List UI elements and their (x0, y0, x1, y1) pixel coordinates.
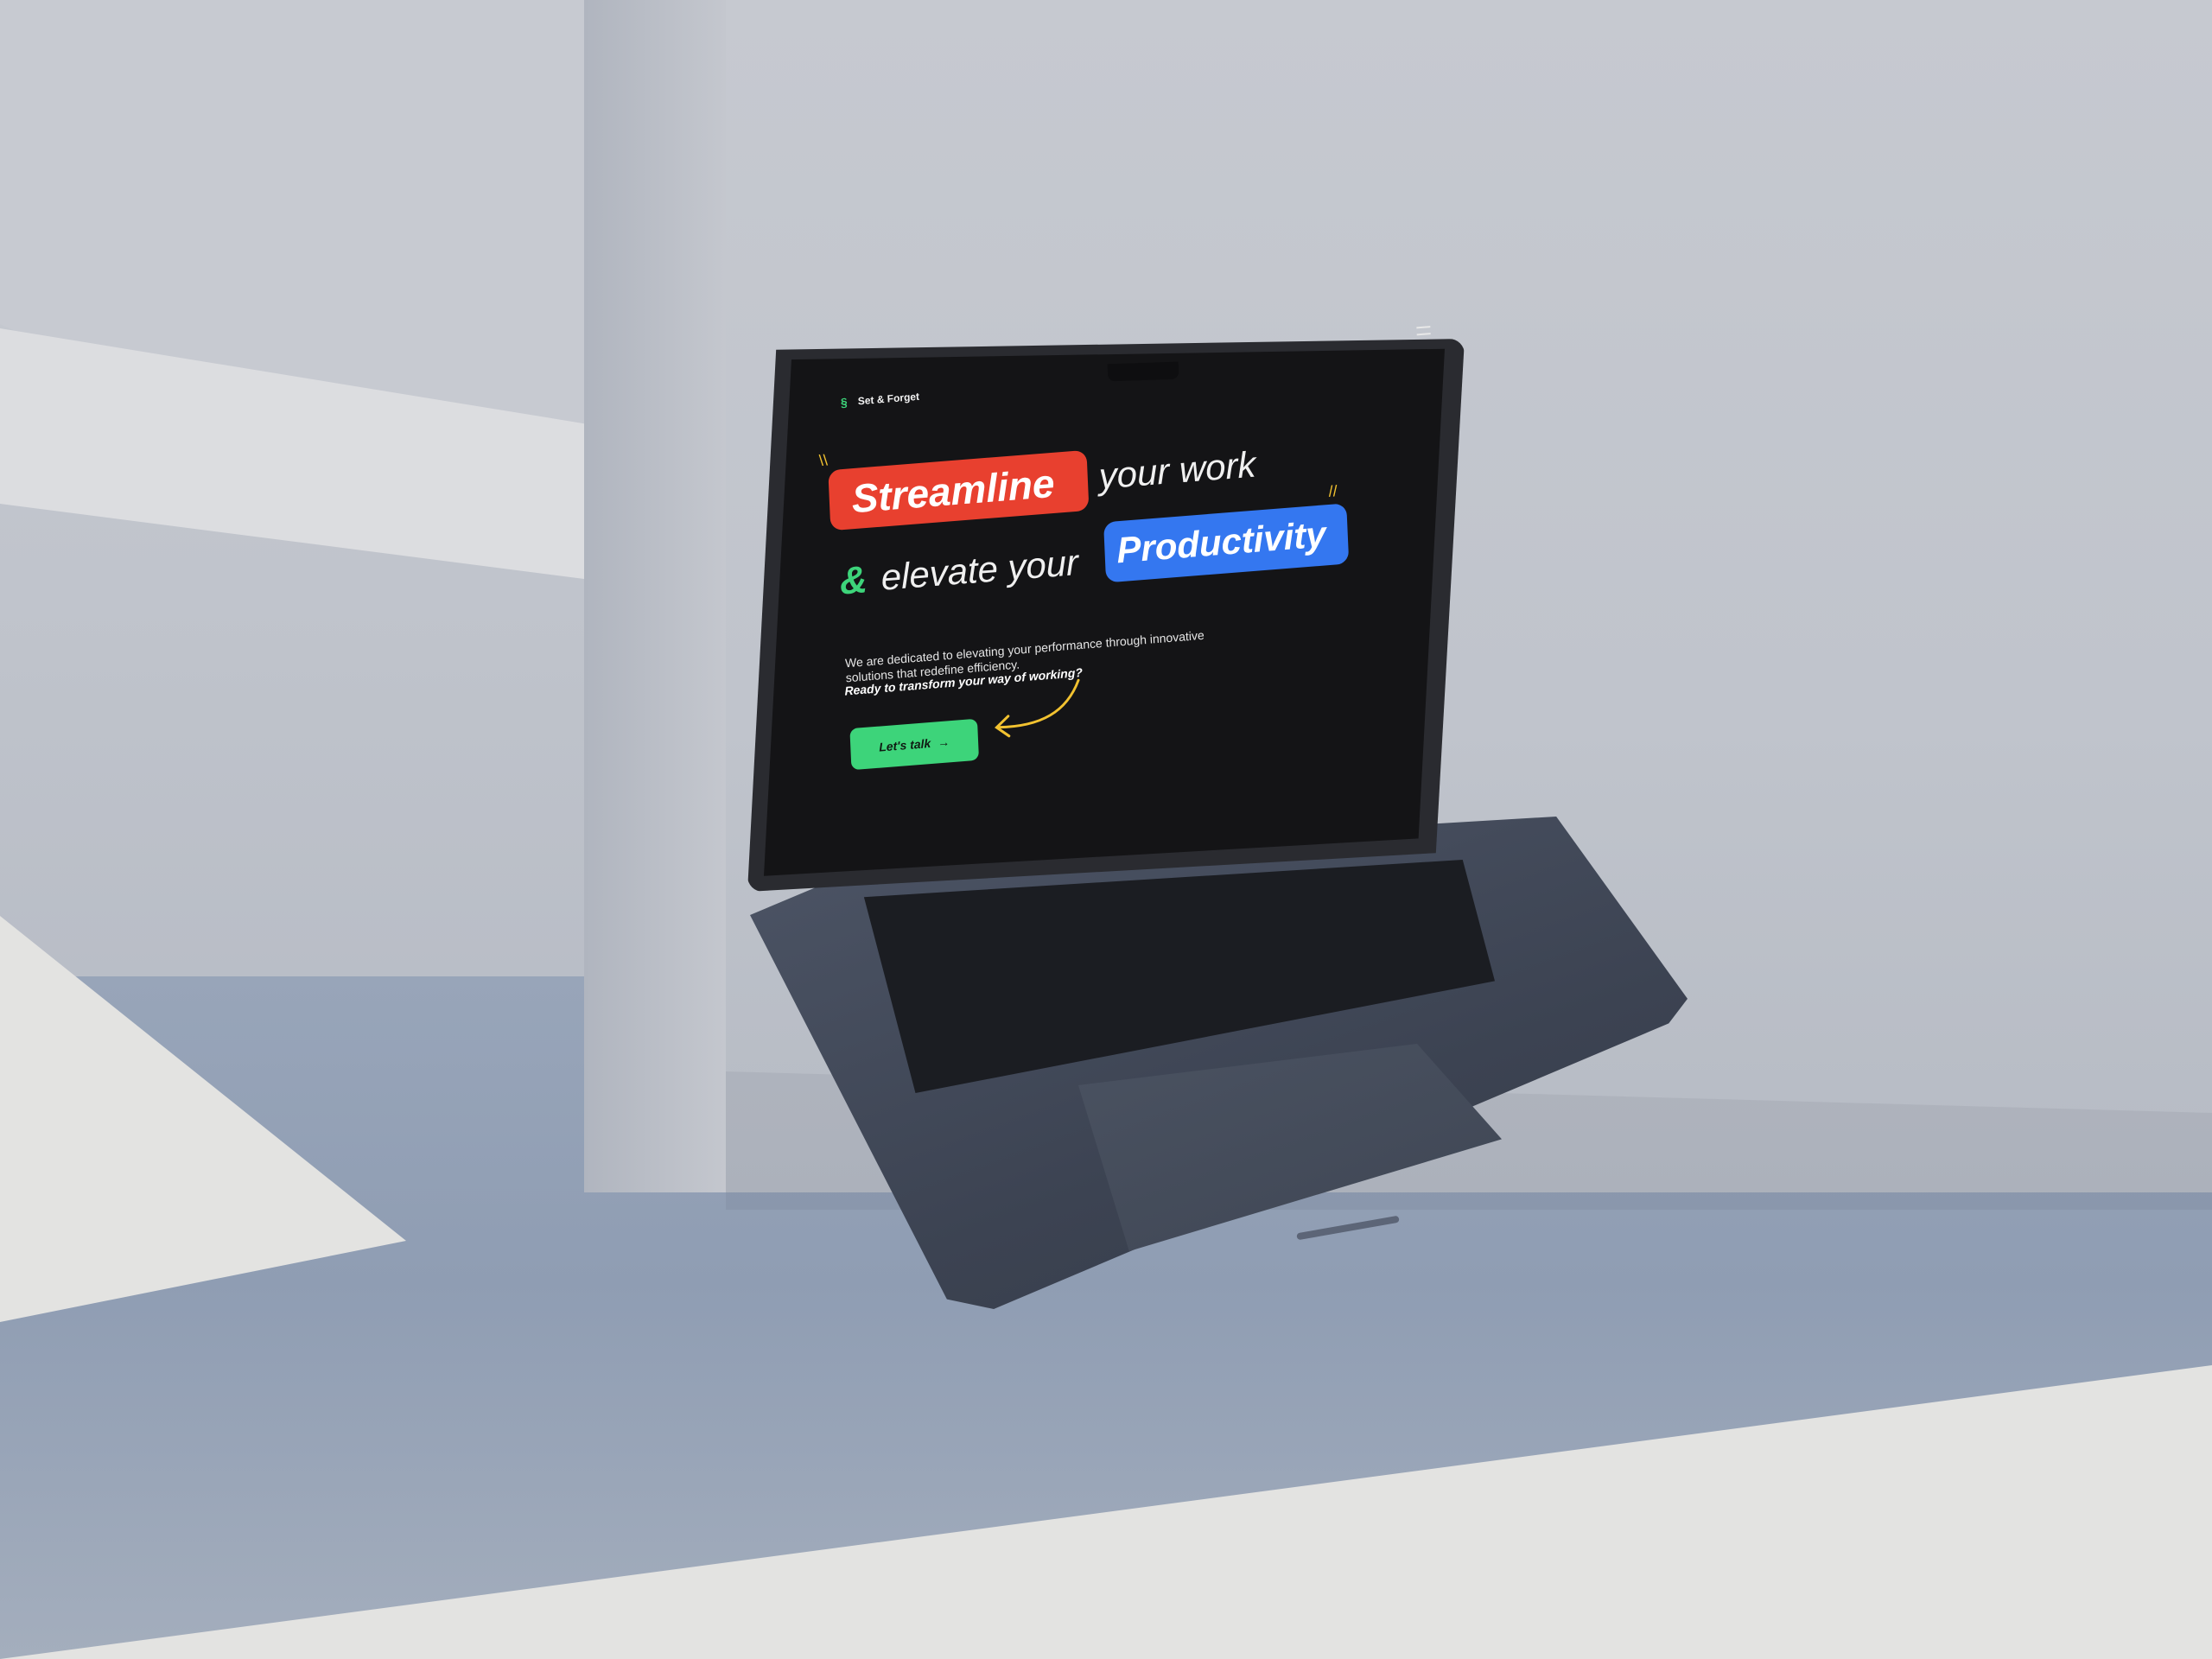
headline-ampersand: & (838, 558, 868, 603)
front-notch (1296, 1215, 1400, 1241)
productivity-text: Productivity (1116, 513, 1327, 571)
lets-talk-button[interactable]: Let's talk → (849, 718, 980, 771)
sf-logo-icon: § (840, 395, 849, 410)
highlight-streamline: Streamline (828, 449, 1090, 531)
headline-elevate: elevate your (880, 541, 1079, 598)
spark-icon: \\ (818, 451, 829, 470)
doodle-arrow-icon (995, 678, 1080, 738)
brand-logo[interactable]: § Set & Forget (840, 390, 920, 410)
brand-name: Set & Forget (857, 390, 920, 408)
highlight-productivity: Productivity (1103, 503, 1350, 583)
website: § Set & Forget \\ Streamline your work &… (760, 291, 1473, 881)
hamburger-icon[interactable] (1416, 326, 1431, 336)
streamline-text: Streamline (850, 460, 1056, 522)
headline-your-work: your work (1097, 443, 1257, 497)
spark-icon: // (1328, 482, 1338, 500)
laptop: § Set & Forget \\ Streamline your work &… (0, 0, 2212, 1659)
lets-talk-label: Let's talk (878, 735, 931, 754)
arrow-right-icon: → (937, 734, 950, 750)
